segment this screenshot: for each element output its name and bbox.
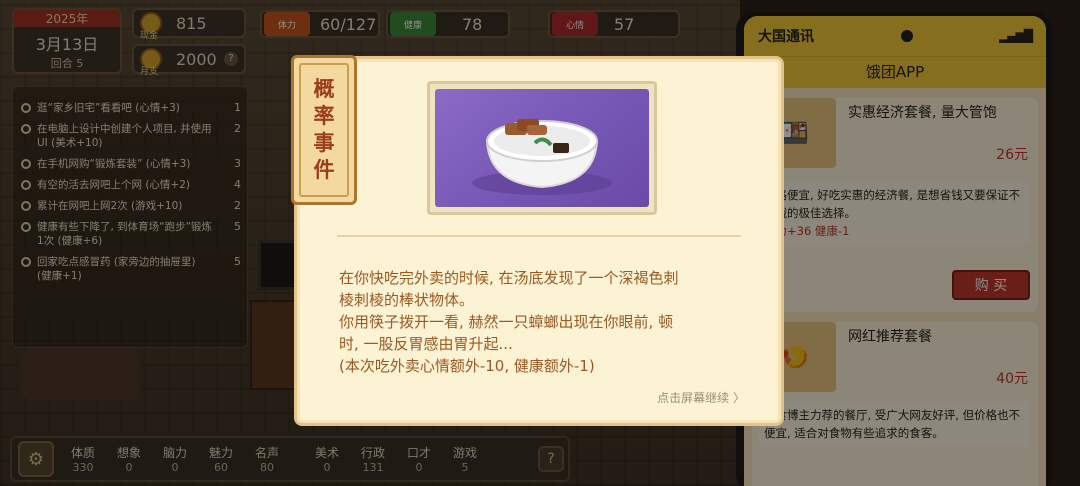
heart-icon: 心情 xyxy=(552,12,598,36)
cash-value: 815 xyxy=(176,13,207,33)
attr-item: 魅力 60 xyxy=(208,446,233,474)
signal-icon: ▂▄▆█ xyxy=(999,29,1033,43)
monthly-help-icon[interactable]: ? xyxy=(224,52,238,66)
quest-item[interactable]: 逛“家乡旧宅”看看吧 (心情+3) 1 xyxy=(21,101,241,115)
attr-item: 脑力 0 xyxy=(162,446,187,474)
quest-item[interactable]: 有空的活去网吧上个网 (心情+2) 4 xyxy=(21,178,241,192)
event-tag: 概 率 事 件 xyxy=(291,55,357,205)
attribute-bar: ⚙ 体质 330 想象 0 脑力 0 魅力 60 名声 80 美术 0 行政 131 口才 0 … xyxy=(10,436,570,482)
food-description: 美食博主力荐的餐厅, 受广大网友好评, 但价格也不便宜, 适合对食物有些追求的食… xyxy=(758,402,1030,446)
quest-item[interactable]: 健康有些下降了, 到体育场“跑步”锻炼1次 (健康+6) 5 xyxy=(21,220,241,248)
quest-check-icon[interactable] xyxy=(21,124,31,134)
quest-check-icon[interactable] xyxy=(21,222,31,232)
cash-label: 现金 xyxy=(140,31,159,41)
phone-screen: 大国通讯 ▂▄▆█ 饿团APP 🍱 实惠经济套餐, 量大管饱 26元 价格便宜,… xyxy=(744,16,1046,486)
date-panel: 2025年 3月13日 回合 5 xyxy=(12,8,122,74)
round-label: 回合 5 xyxy=(50,57,84,70)
health-bar: 健康 78 xyxy=(386,10,510,38)
health-icon: 健康 xyxy=(390,12,436,36)
buy-button[interactable]: 购 买 xyxy=(952,270,1030,300)
attr-item: 游戏 5 xyxy=(452,446,477,474)
attr-item: 体质 330 xyxy=(70,446,95,474)
event-modal[interactable]: 概 率 事 件 在你快吃完外卖的时候, 在汤底发现了一个深褐色刺 棱刺棱的棒状物… xyxy=(291,55,784,426)
food-name: 网红推荐套餐 xyxy=(848,329,932,345)
gear-icon[interactable]: ⚙ xyxy=(18,441,54,477)
noodle-bowl-image xyxy=(435,89,649,207)
sofa-prop xyxy=(20,350,140,400)
food-price: 40元 xyxy=(996,371,1028,387)
continue-prompt[interactable]: 点击屏幕继续 〉 xyxy=(657,389,745,406)
event-divider xyxy=(337,235,741,237)
mood-bar: 心情 57 xyxy=(548,10,680,38)
monthly-label: 月支 xyxy=(140,67,159,77)
quest-list: 逛“家乡旧宅”看看吧 (心情+3) 1 在电脑上设计中创建个人项目, 并使用UI … xyxy=(12,86,248,348)
quest-check-icon[interactable] xyxy=(21,103,31,113)
attr-item: 想象 0 xyxy=(116,446,141,474)
quest-check-icon[interactable] xyxy=(21,257,31,267)
quest-item[interactable]: 回家吃点感冒药 (家旁边的抽屉里) (健康+1) 5 xyxy=(21,255,241,283)
attr-item: 行政 131 xyxy=(360,446,385,474)
health-value: 78 xyxy=(462,14,483,34)
event-image-frame xyxy=(427,81,657,215)
food-item[interactable]: 🍱 实惠经济套餐, 量大管饱 26元 价格便宜, 好吃实惠的经济餐, 是想省钱又… xyxy=(752,98,1038,312)
quest-item[interactable]: 累计在网吧上网2次 (游戏+10) 2 xyxy=(21,199,241,213)
phone-status-bar: 大国通讯 ▂▄▆█ xyxy=(744,16,1046,56)
quest-check-icon[interactable] xyxy=(21,201,31,211)
food-list: 🍱 实惠经济套餐, 量大管饱 26元 价格便宜, 好吃实惠的经济餐, 是想省钱又… xyxy=(744,88,1046,486)
event-description: 在你快吃完外卖的时候, 在汤底发现了一个深褐色刺 棱刺棱的棒状物体。 你用筷子拨… xyxy=(339,269,679,375)
quest-check-icon[interactable] xyxy=(21,180,31,190)
date-label: 3月13日 xyxy=(35,35,99,54)
quest-item[interactable]: 在手机网购“锻炼套装” (心情+3) 3 xyxy=(21,157,241,171)
stamina-icon: 体力 xyxy=(264,12,310,36)
mood-value: 57 xyxy=(614,14,635,34)
app-title: 饿团APP xyxy=(744,56,1046,88)
attr-item: 口才 0 xyxy=(406,446,431,474)
food-item[interactable]: 🍤 网红推荐套餐 40元 美食博主力荐的餐厅, 受广大网友好评, 但价格也不便宜… xyxy=(752,322,1038,486)
attr-item: 名声 80 xyxy=(254,446,279,474)
help-icon[interactable]: ? xyxy=(538,446,564,472)
quest-item[interactable]: 在电脑上设计中创建个人项目, 并使用UI (美术+10) 2 xyxy=(21,122,241,150)
stamina-bar: 体力 60/127 xyxy=(260,10,380,38)
year-label: 2025年 xyxy=(14,10,120,27)
food-price: 26元 xyxy=(996,147,1028,163)
stamina-value: 60/127 xyxy=(320,14,377,34)
food-description: 价格便宜, 好吃实惠的经济餐, 是想省钱又要保证不挨饿的极佳选择。 体力+36 … xyxy=(758,182,1030,244)
camera-notch-icon xyxy=(900,30,913,42)
monthly-value: 2000 xyxy=(176,49,217,69)
quest-check-icon[interactable] xyxy=(21,159,31,169)
food-name: 实惠经济套餐, 量大管饱 xyxy=(848,105,997,121)
attr-item: 美术 0 xyxy=(314,446,339,474)
carrier-label: 大国通讯 xyxy=(758,29,814,45)
